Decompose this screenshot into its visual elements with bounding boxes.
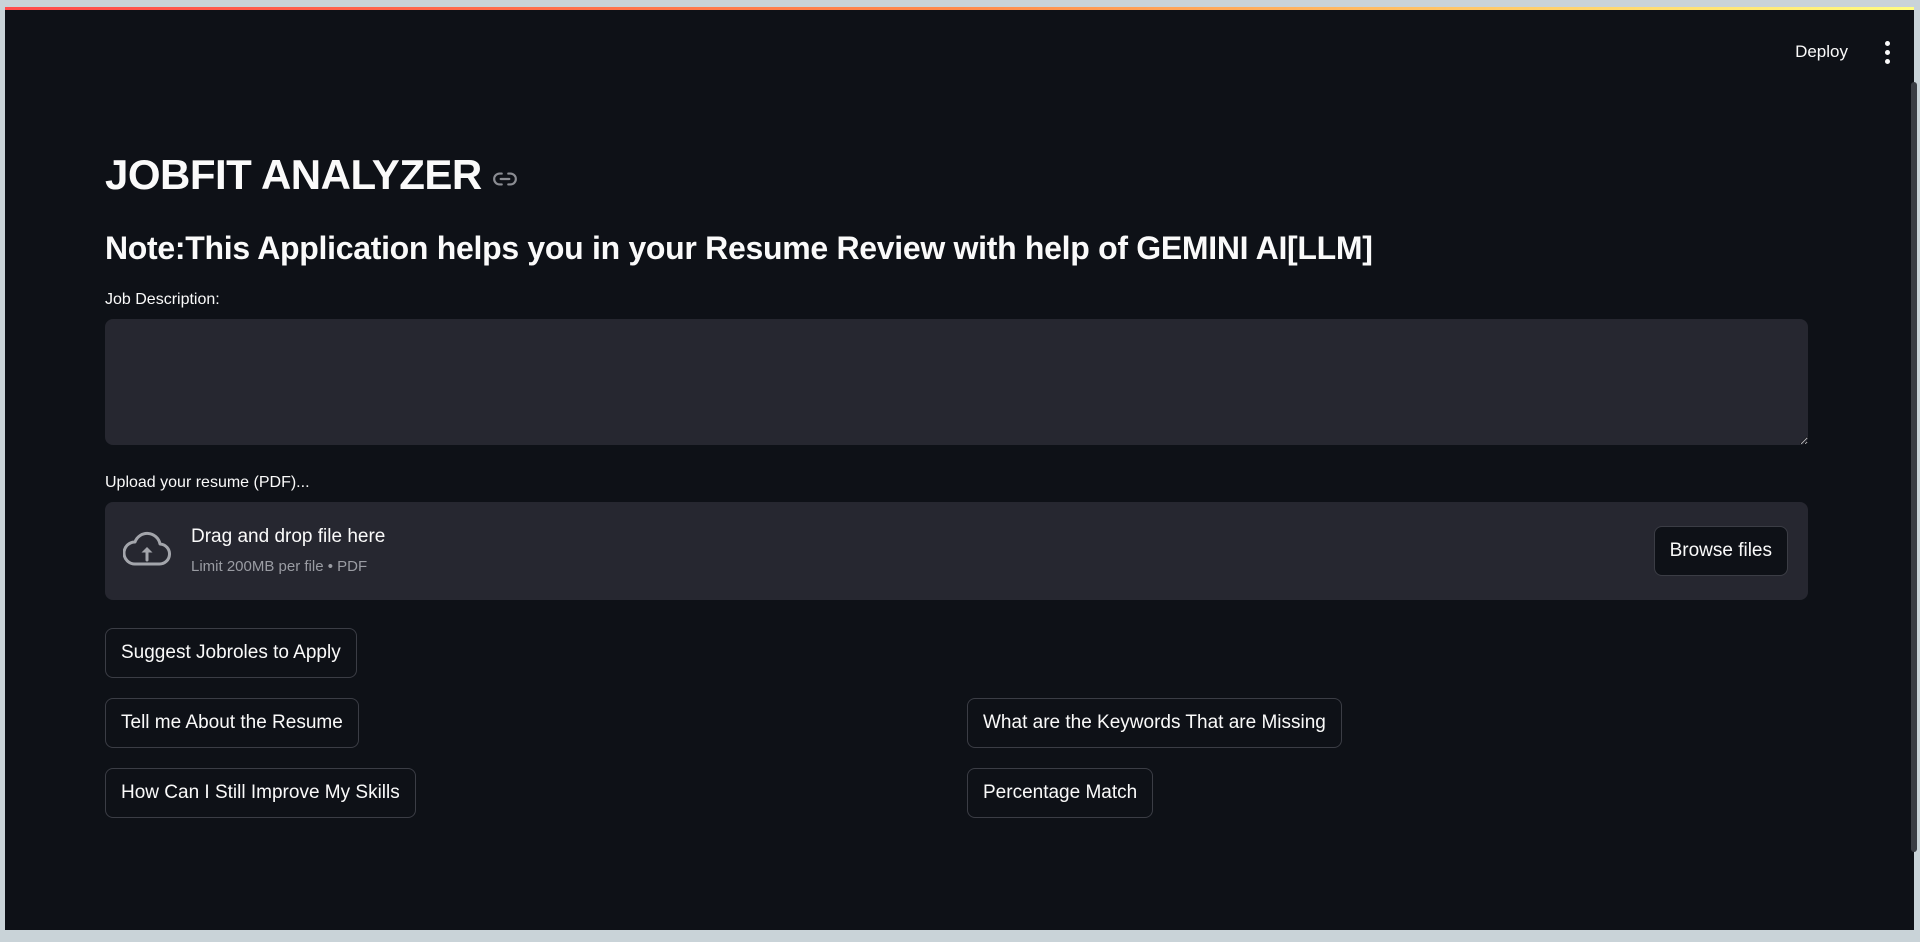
- page-title: JOBFIT ANALYZER: [105, 151, 482, 198]
- percentage-match-button[interactable]: Percentage Match: [967, 768, 1154, 818]
- dropzone-instructions: Drag and drop file here Limit 200MB per …: [191, 526, 385, 575]
- drop-file-text: Drag and drop file here: [191, 526, 386, 547]
- scrollbar[interactable]: [1911, 82, 1917, 852]
- main-menu-button[interactable]: [1872, 35, 1902, 69]
- missing-keywords-button[interactable]: What are the Keywords That are Missing: [967, 698, 1342, 748]
- job-description-input[interactable]: [105, 319, 1808, 445]
- job-description-label: Job Description:: [105, 291, 220, 308]
- improve-skills-button[interactable]: How Can I Still Improve My Skills: [105, 768, 416, 818]
- suggest-jobroles-button[interactable]: Suggest Jobroles to Apply: [105, 628, 357, 678]
- kebab-menu-icon: [1884, 40, 1890, 46]
- title-row: JOBFIT ANALYZER: [105, 140, 1808, 210]
- browse-files-button[interactable]: Browse files: [1653, 526, 1788, 576]
- page-subtitle: Note:This Application helps you in your …: [105, 230, 1373, 266]
- resume-upload-label: Upload your resume (PDF)...: [105, 474, 310, 491]
- top-decoration-bar: [5, 7, 1914, 10]
- file-limit-text: Limit 200MB per file • PDF: [191, 558, 368, 575]
- bottom-strip: [0, 930, 1920, 942]
- cloud-upload-icon: [123, 531, 171, 566]
- resume-dropzone[interactable]: Drag and drop file here Limit 200MB per …: [105, 502, 1808, 600]
- app-header: Deploy: [1785, 34, 1902, 70]
- tell-about-resume-button[interactable]: Tell me About the Resume: [105, 698, 359, 748]
- link-icon[interactable]: [492, 166, 518, 192]
- deploy-button[interactable]: Deploy: [1785, 34, 1858, 70]
- main-content: JOBFIT ANALYZER Note:This Application he…: [105, 140, 1808, 818]
